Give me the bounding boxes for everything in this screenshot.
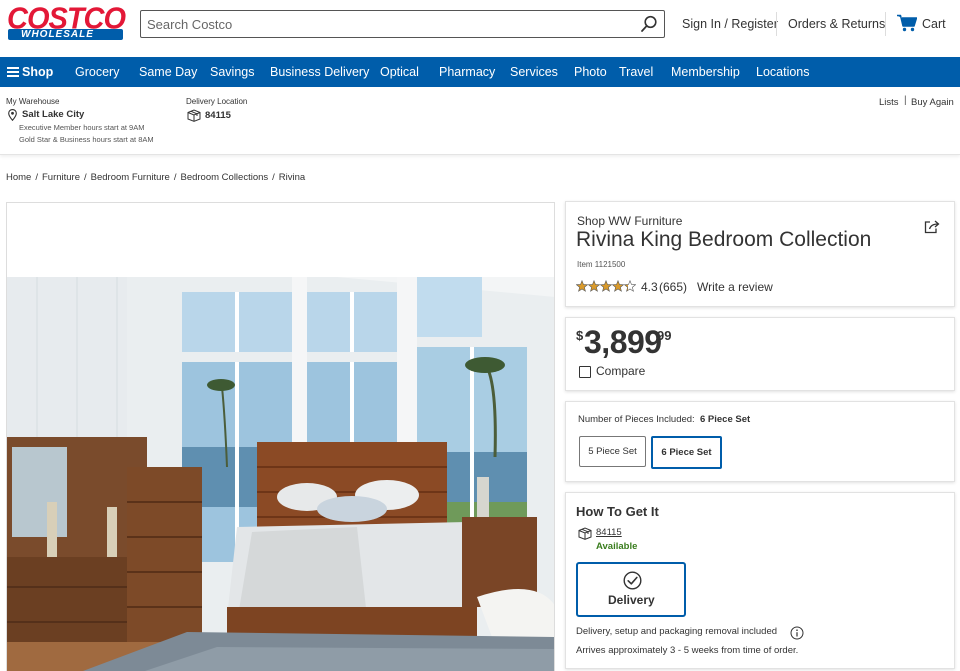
breadcrumb-separator: /	[84, 172, 87, 183]
warehouse-name[interactable]: Salt Lake City	[22, 109, 84, 120]
nav-optical[interactable]: Optical	[380, 65, 419, 79]
product-title-card: Shop WW Furniture Rivina King Bedroom Co…	[565, 201, 955, 307]
sign-in-link[interactable]: Sign In / Register	[682, 17, 778, 31]
rating-star	[587, 280, 601, 292]
delivery-zip[interactable]: 84115	[205, 110, 231, 121]
price-currency: $	[576, 328, 584, 343]
pieces-label: Number of Pieces Included:	[578, 414, 695, 425]
nav-savings[interactable]: Savings	[210, 65, 254, 79]
costco-logo[interactable]: COSTCO WHOLESALE	[7, 4, 126, 40]
option-6-piece-button[interactable]: 6 Piece Set	[651, 436, 722, 469]
box-icon	[578, 527, 592, 540]
lists-link[interactable]: Lists	[879, 97, 899, 108]
nav-services[interactable]: Services	[510, 65, 558, 79]
nav-membership[interactable]: Membership	[671, 65, 740, 79]
delivery-option-label: Delivery	[608, 593, 655, 607]
link-divider: |	[904, 95, 907, 106]
breadcrumb-furniture[interactable]: Furniture	[42, 172, 80, 183]
fulfillment-heading: How To Get It	[576, 504, 659, 519]
delivery-note: Delivery, setup and packaging removal in…	[576, 626, 778, 637]
breadcrumb-separator: /	[272, 172, 275, 183]
location-bar: My Warehouse Salt Lake City Executive Me…	[0, 87, 960, 155]
rating-star	[623, 280, 636, 292]
box-icon	[187, 109, 201, 122]
cart-link[interactable]: Cart	[922, 17, 946, 31]
breadcrumb-current: Rivina	[278, 172, 306, 183]
rating-star	[599, 280, 613, 292]
rating-star	[611, 280, 625, 292]
breadcrumb-bedroom-collections[interactable]: Bedroom Collections	[180, 172, 268, 183]
item-number: Item 1121500	[577, 260, 626, 269]
cart-icon[interactable]	[897, 14, 917, 32]
rating-stars-icon[interactable]	[576, 280, 636, 293]
fulfillment-card: How To Get It 84115 Available Delivery D…	[565, 492, 955, 669]
review-count[interactable]: (665)	[659, 280, 687, 294]
search-box	[140, 10, 665, 38]
warehouse-label: My Warehouse	[6, 97, 60, 106]
pieces-card: Number of Pieces Included: 6 Piece Set 5…	[565, 401, 955, 482]
nav-business-delivery[interactable]: Business Delivery	[270, 65, 369, 79]
nav-locations[interactable]: Locations	[756, 65, 810, 79]
breadcrumb-separator: /	[173, 172, 177, 183]
shop-brand-link[interactable]: Shop WW Furniture	[577, 214, 682, 228]
product-title: Rivina King Bedroom Collection	[576, 228, 872, 251]
header-divider	[776, 12, 777, 36]
breadcrumb-separator: /	[35, 172, 38, 183]
price-card: $ 3,899 99 Compare	[565, 317, 955, 391]
price-dollars: 3,899	[584, 324, 662, 360]
gold-star-hours: Gold Star & Business hours start at 8AM	[19, 135, 154, 144]
option-5-piece-button[interactable]: 5 Piece Set	[579, 436, 646, 467]
nav-travel[interactable]: Travel	[619, 65, 653, 79]
share-icon[interactable]	[924, 220, 940, 234]
delivery-option-button[interactable]: Delivery	[576, 562, 686, 617]
write-review-link[interactable]: Write a review	[697, 280, 773, 294]
nav-photo[interactable]: Photo	[574, 65, 607, 79]
rating-star	[576, 280, 589, 292]
compare-checkbox[interactable]	[579, 366, 591, 378]
main-nav: Shop Grocery Same Day Savings Business D…	[0, 57, 960, 87]
product-photo[interactable]	[7, 277, 555, 671]
delivery-location-label: Delivery Location	[186, 97, 248, 106]
product-image-panel	[6, 202, 555, 671]
rating-value: 4.3	[641, 280, 658, 294]
nav-pharmacy[interactable]: Pharmacy	[439, 65, 495, 79]
executive-hours: Executive Member hours start at 9AM	[19, 123, 145, 132]
nav-grocery[interactable]: Grocery	[75, 65, 119, 79]
compare-label[interactable]: Compare	[596, 364, 645, 378]
nav-same-day[interactable]: Same Day	[139, 65, 197, 79]
orders-returns-link[interactable]: Orders & Returns	[788, 17, 885, 31]
nav-shop[interactable]: Shop	[22, 65, 53, 79]
arrival-note: Arrives approximately 3 - 5 weeks from t…	[576, 645, 799, 656]
header-divider	[885, 12, 886, 36]
logo-subtext: WHOLESALE	[21, 29, 94, 40]
breadcrumb-bedroom-furniture[interactable]: Bedroom Furniture	[91, 172, 170, 183]
pieces-selected: 6 Piece Set	[700, 414, 751, 425]
search-input[interactable]	[147, 15, 627, 33]
breadcrumb-home[interactable]: Home	[6, 172, 31, 183]
availability-status: Available	[596, 541, 638, 552]
info-icon[interactable]	[790, 626, 804, 640]
menu-icon[interactable]	[7, 67, 19, 77]
search-icon[interactable]	[640, 15, 658, 33]
site-header: COSTCO WHOLESALE Sign In / Register Orde…	[0, 0, 960, 57]
location-pin-icon	[8, 109, 17, 121]
check-circle-icon	[623, 571, 642, 590]
fulfillment-zip[interactable]: 84115	[596, 527, 622, 538]
breadcrumb: Home / Furniture / Bedroom Furniture / Bedroom…	[6, 172, 305, 183]
price-cents: 99	[657, 328, 672, 343]
buy-again-link[interactable]: Buy Again	[911, 97, 954, 108]
